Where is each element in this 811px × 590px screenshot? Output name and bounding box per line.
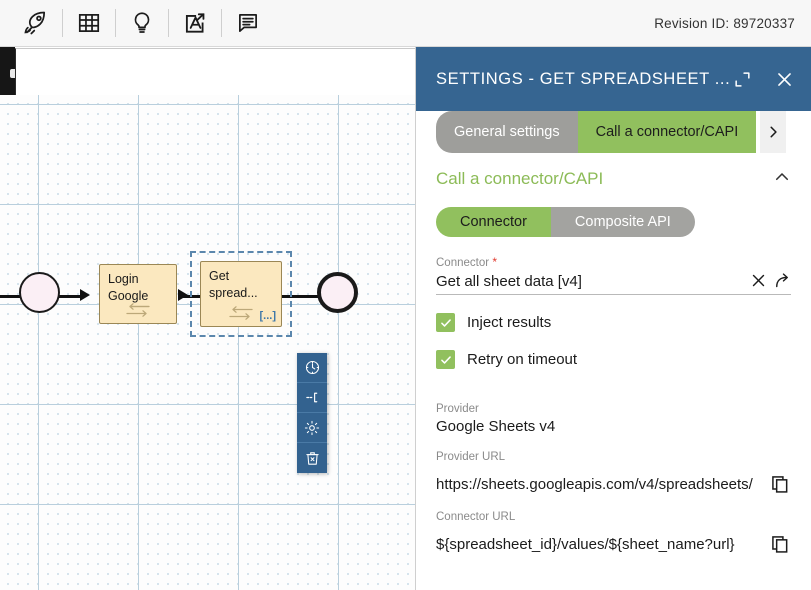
- toolbar-divider: [221, 9, 222, 37]
- application-window: Revision ID: 89720337 Login Google Get s…: [0, 0, 811, 590]
- provider-row: Google Sheets v4: [436, 418, 791, 435]
- checkbox-label: Inject results: [467, 314, 552, 331]
- tab-call-connector[interactable]: Call a connector/CAPI: [577, 111, 757, 153]
- rocket-icon[interactable]: [16, 3, 56, 43]
- toolbar-icon-group: [0, 0, 268, 47]
- close-icon[interactable]: [749, 271, 767, 289]
- task-label: Get spread...: [209, 269, 258, 300]
- panel-header-actions: [731, 68, 795, 90]
- task-label: Login Google: [108, 272, 149, 303]
- settings-panel: SETTINGS - GET SPREADSHEET ... General s…: [415, 47, 811, 590]
- section-header[interactable]: Call a connector/CAPI: [436, 157, 791, 201]
- connector-url-row: ${spreadsheet_id}/values/${sheet_name?ur…: [436, 533, 791, 555]
- breadcrumb-strip: [15, 48, 415, 95]
- panel-header: SETTINGS - GET SPREADSHEET ...: [416, 47, 811, 111]
- service-task-icon: [226, 305, 256, 321]
- panel-tabs: General settings Call a connector/CAPI: [416, 111, 811, 153]
- toolbar-divider: [168, 9, 169, 37]
- connector-mode-toggle: Connector Composite API: [436, 207, 695, 237]
- revision-id-label: Revision ID: 89720337: [654, 15, 795, 31]
- connector-field-row: Get all sheet data [v4]: [436, 271, 791, 295]
- boundary-event-icon[interactable]: [297, 383, 327, 413]
- sequence-flow-arrow: [80, 289, 90, 301]
- checkbox-inject-results[interactable]: Inject results: [436, 313, 791, 332]
- section-title: Call a connector/CAPI: [436, 169, 604, 188]
- connector-field-label: Connector *: [436, 255, 791, 269]
- connector-field: Connector * Get all sheet data [v4]: [436, 255, 791, 295]
- connector-url-field: Connector URL ${spreadsheet_id}/values/$…: [436, 511, 791, 555]
- copy-icon[interactable]: [769, 533, 791, 555]
- segment-connector[interactable]: Connector: [436, 207, 551, 237]
- required-asterisk: *: [489, 255, 498, 269]
- connector-field-actions: [749, 271, 791, 290]
- top-toolbar: Revision ID: 89720337: [0, 0, 811, 47]
- toolbar-divider: [115, 9, 116, 37]
- provider-url-label: Provider URL: [436, 451, 506, 463]
- arrow-forward-icon[interactable]: [773, 271, 791, 289]
- provider-label: Provider: [436, 403, 479, 415]
- panel-body: Call a connector/CAPI Connector Composit…: [416, 153, 811, 590]
- chevron-up-icon[interactable]: [773, 168, 791, 191]
- bpmn-canvas[interactable]: Login Google Get spread... [...]: [0, 95, 415, 590]
- end-event[interactable]: [317, 272, 358, 313]
- grid-icon[interactable]: [69, 3, 109, 43]
- start-event[interactable]: [19, 272, 60, 313]
- provider-value: Google Sheets v4: [436, 418, 556, 435]
- provider-url-value: https://sheets.googleapis.com/v4/spreads…: [436, 475, 753, 493]
- context-pad[interactable]: [297, 353, 327, 473]
- close-icon[interactable]: [773, 68, 795, 90]
- timer-icon[interactable]: [297, 353, 327, 383]
- provider-url-row: https://sheets.googleapis.com/v4/spreads…: [436, 473, 791, 495]
- segment-composite-api[interactable]: Composite API: [550, 207, 695, 237]
- task-get-spreadsheet[interactable]: Get spread... [...]: [200, 261, 282, 327]
- connector-value[interactable]: Get all sheet data [v4]: [436, 273, 749, 290]
- connector-url-value: ${spreadsheet_id}/values/${sheet_name?ur…: [436, 535, 735, 553]
- checkbox-retry-on-timeout[interactable]: Retry on timeout: [436, 350, 791, 369]
- sequence-flow-arrow: [178, 289, 188, 301]
- gear-icon[interactable]: [297, 413, 327, 443]
- connector-label-text: Connector: [436, 257, 490, 269]
- checkbox-label: Retry on timeout: [467, 351, 578, 368]
- document-icon[interactable]: [228, 3, 268, 43]
- service-task-icon: [123, 302, 153, 318]
- tab-general-settings[interactable]: General settings: [436, 111, 578, 153]
- task-login-google[interactable]: Login Google: [99, 264, 177, 324]
- pdf-export-icon[interactable]: [175, 3, 215, 43]
- toolbar-divider: [62, 9, 63, 37]
- panel-title: SETTINGS - GET SPREADSHEET ...: [436, 69, 731, 88]
- checkbox-checked-icon[interactable]: [436, 350, 455, 369]
- lightbulb-icon[interactable]: [122, 3, 162, 43]
- task-extension-marker: [...]: [259, 310, 277, 322]
- trash-icon[interactable]: [297, 443, 327, 473]
- maximize-icon[interactable]: [731, 68, 753, 90]
- chevron-right-icon[interactable]: [760, 111, 787, 153]
- provider-url-field: Provider URL https://sheets.googleapis.c…: [436, 451, 791, 495]
- copy-icon[interactable]: [769, 473, 791, 495]
- checkbox-checked-icon[interactable]: [436, 313, 455, 332]
- provider-field: Provider Google Sheets v4: [436, 403, 791, 435]
- connector-url-label: Connector URL: [436, 511, 516, 523]
